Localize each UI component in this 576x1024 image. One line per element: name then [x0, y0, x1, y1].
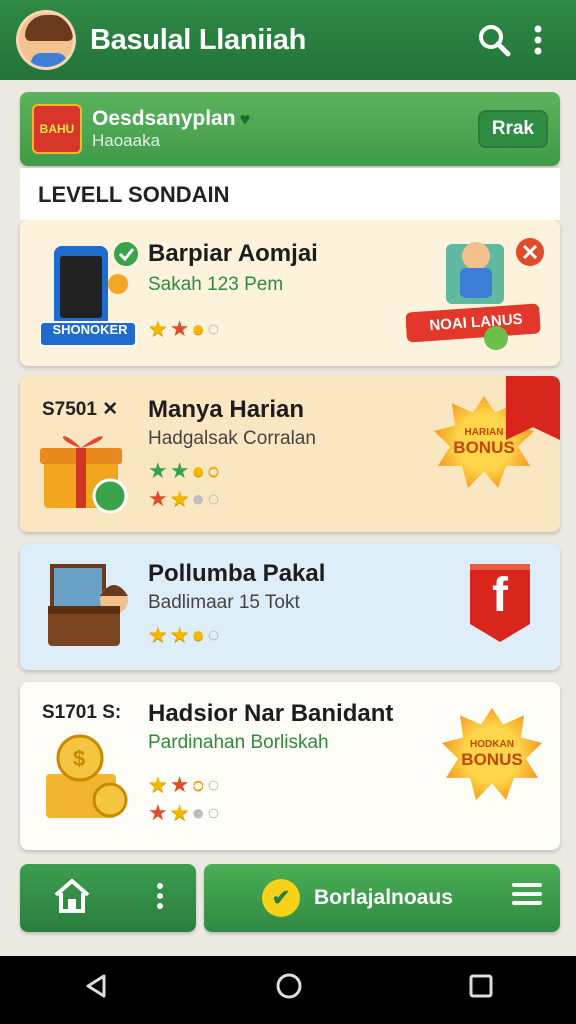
system-nav-bar	[0, 956, 576, 1024]
home-nav-icon[interactable]	[274, 971, 304, 1009]
card-code: S1701 S:	[42, 702, 122, 723]
promo-button[interactable]: Rrak	[477, 110, 548, 148]
treasure-chest-icon	[44, 560, 144, 660]
mission-card[interactable]: Pollumba Pakal Badlimaar 15 Tokt ★★●○ f	[20, 544, 560, 670]
promo-title: Oesdsanyplan ♥	[92, 107, 251, 130]
search-icon[interactable]	[472, 18, 516, 62]
star-rating: ★★●○	[148, 458, 223, 483]
mission-card[interactable]: S7501 ✕ Manya Harian Hadgalsak Corralan …	[20, 376, 560, 532]
mission-card[interactable]: S1701 S: $ Hadsior Nar Banidant Pardinah…	[20, 682, 560, 850]
card-title: Pollumba Pakal	[148, 560, 326, 587]
card-subtitle: Pardinahan Borliskah	[148, 732, 329, 753]
star-rating: ★★●○	[148, 316, 223, 341]
gift-box-icon	[40, 426, 140, 526]
more-vertical-icon[interactable]	[156, 882, 164, 915]
card-subtitle: Sakah 123 Pem	[148, 274, 284, 295]
app-title: Basulal Llaniiah	[90, 23, 306, 56]
recents-icon[interactable]	[468, 973, 494, 1007]
svg-text:$: $	[73, 746, 85, 771]
star-rating: ★★○○	[148, 772, 223, 797]
card-title: Manya Harian	[148, 396, 305, 423]
ribbon-label: SHONOKER	[52, 322, 128, 337]
coins-icon: $	[40, 734, 140, 834]
section-title: LEVELL SONDAIN	[20, 168, 560, 220]
claim-button[interactable]: ✔ Borlajalnoaus	[204, 864, 560, 932]
card-subtitle: Hadgalsak Corralan	[148, 428, 316, 449]
star-rating: ★★●○	[148, 800, 223, 825]
heart-icon: ♥	[239, 109, 251, 129]
check-icon: ✔	[262, 879, 300, 917]
more-vertical-icon[interactable]	[516, 18, 560, 62]
card-code: S7501 ✕	[42, 399, 119, 420]
back-icon[interactable]	[82, 972, 110, 1008]
home-icon[interactable]	[52, 877, 92, 920]
app-bar: Basulal Llaniiah	[0, 0, 576, 80]
menu-icon[interactable]	[512, 881, 542, 915]
star-rating: ★★●○	[148, 622, 223, 647]
promo-art: NOAI LANUS	[405, 234, 546, 354]
avatar[interactable]	[16, 10, 76, 70]
home-button[interactable]	[20, 864, 196, 932]
promo-banner[interactable]: BAHU Oesdsanyplan ♥ Haoaaka Rrak	[20, 92, 560, 166]
card-title: Barpiar Aomjai	[148, 240, 318, 267]
claim-label: Borlajalnoaus	[314, 886, 453, 909]
card-title: Hadsior Nar Banidant	[148, 700, 394, 727]
card-subtitle: Badlimaar 15 Tokt	[148, 592, 300, 613]
star-rating: ★★●○	[148, 486, 223, 511]
bonus-badge: HODKAN BONUS	[442, 708, 542, 800]
facebook-icon[interactable]: f	[464, 560, 536, 644]
mission-card[interactable]: SHONOKER Barpiar Aomjai Sakah 123 Pem ★★…	[20, 220, 560, 366]
gift-badge-icon: BAHU	[32, 104, 82, 154]
promo-subtitle: Haoaaka	[92, 131, 161, 150]
